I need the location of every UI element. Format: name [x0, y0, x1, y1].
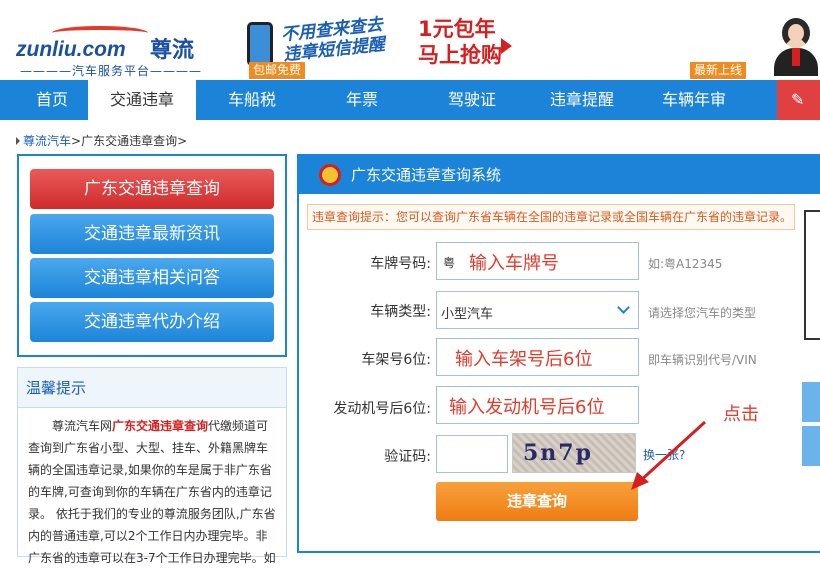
- breadcrumb-tail: >: [177, 134, 188, 148]
- main-nav: 首页 交通违章 车船税 年票 驾驶证 违章提醒 车辆年审 ✎ 免: [0, 80, 820, 149]
- plate-input-value: 输入车牌号: [469, 253, 559, 274]
- avatar-tie-icon: [792, 48, 800, 66]
- plate-input[interactable]: 粤 输入车牌号: [436, 242, 639, 280]
- play-arrow-icon: [501, 38, 512, 54]
- qr-code-fragment: [804, 210, 820, 340]
- breadcrumb-current[interactable]: 广东交通违章查询: [81, 134, 177, 148]
- breadcrumb: 尊流汽车>广东交通违章查询>: [16, 132, 187, 149]
- side-float-button[interactable]: [802, 382, 820, 422]
- tips-box: 温馨提示 尊流汽车网广东交通违章查询代缴频道可查询到广东省小型、大型、挂车、外籍…: [17, 367, 287, 565]
- tips-body-pre: 尊流汽车网: [52, 419, 113, 433]
- nav-driver-license[interactable]: 驾驶证: [430, 80, 514, 120]
- menu-agency-intro[interactable]: 交通违章代办介绍: [30, 302, 274, 342]
- query-submit-button[interactable]: 违章查询: [436, 482, 638, 521]
- plate-hint: 如:粤A12345: [648, 257, 723, 271]
- site-header: zunliu.com 尊流 ————汽车服务平台———— 不用查来查去 违章短信…: [0, 0, 820, 80]
- police-emblem-icon: [319, 164, 341, 186]
- nav-home[interactable]: 首页: [16, 80, 88, 120]
- vehicle-type-label: 车辆类型:: [370, 304, 431, 320]
- query-panel: 广东交通违章查询系统 违章查询提示：您可以查询广东省车辆在全国的违章记录或全国车…: [297, 154, 820, 553]
- ad-price[interactable]: 1元包年 马上抢购: [418, 16, 502, 68]
- vehicle-type-select[interactable]: 小型汽车: [436, 291, 639, 329]
- captcha-label: 验证码:: [384, 449, 431, 465]
- query-notice: 违章查询提示：您可以查询广东省车辆在全国的违章记录或全国车辆在广东省的违章记录。: [307, 204, 795, 230]
- menu-violation-qa[interactable]: 交通违章相关问答: [30, 258, 274, 298]
- frame-hint: 即车辆识别代号/VIN: [648, 353, 757, 367]
- site-logo[interactable]: zunliu.com 尊流 ————汽车服务平台————: [16, 26, 206, 78]
- breadcrumb-home[interactable]: 尊流汽车: [23, 134, 71, 148]
- menu-gd-violation-query[interactable]: 广东交通违章查询: [30, 169, 274, 209]
- free-shipping-tag: 包邮免费: [249, 62, 306, 79]
- phone-icon: [247, 22, 273, 66]
- engine-input-value: 输入发动机号后6位: [449, 397, 605, 418]
- annotation-arrow-icon: [631, 420, 707, 490]
- tips-body: 尊流汽车网广东交通违章查询代缴频道可查询到广东省小型、大型、挂车、外籍黑牌车辆的…: [18, 408, 286, 569]
- logo-english: zunliu.com: [16, 38, 126, 61]
- ad-price-line-2: 马上抢购: [418, 43, 502, 67]
- plate-label: 车牌号码:: [370, 256, 431, 272]
- nav-vehicle-tax[interactable]: 车船税: [210, 80, 294, 120]
- tips-body-post: 代缴频道可查询到广东省小型、大型、挂车、外籍黑牌车辆的全国违章记录,如果你的车是…: [28, 419, 276, 565]
- engine-label: 发动机号后6位:: [333, 401, 431, 417]
- nav-annual-ticket[interactable]: 年票: [322, 80, 402, 120]
- click-annotation: 点击: [723, 404, 759, 425]
- new-launch-tag: 最新上线: [690, 62, 747, 79]
- vehicle-type-value: 小型汽车: [441, 307, 494, 322]
- nav-traffic-violation[interactable]: 交通违章: [88, 80, 196, 120]
- frame-number-input[interactable]: 输入车架号后6位: [436, 338, 639, 376]
- panel-title: 广东交通违章查询系统: [351, 166, 502, 184]
- captcha-image[interactable]: 5n7p: [512, 433, 636, 473]
- avatar-head-icon: [782, 18, 810, 48]
- ad-banner-text[interactable]: 不用查来查去 违章短信提醒: [280, 15, 386, 65]
- tips-body-highlight[interactable]: 广东交通违章查询: [112, 419, 208, 433]
- plate-prefix-select[interactable]: 粤: [443, 254, 455, 271]
- side-float-button-2[interactable]: [802, 426, 820, 466]
- side-menu: 广东交通违章查询 交通违章最新资讯 交通违章相关问答 交通违章代办介绍: [17, 154, 287, 357]
- frame-label: 车架号6位:: [361, 352, 431, 368]
- customer-service-avatar[interactable]: [772, 18, 820, 76]
- ad-price-line-1: 1元包年: [418, 17, 496, 41]
- captcha-input[interactable]: [436, 435, 508, 473]
- tips-title: 温馨提示: [18, 368, 286, 408]
- engine-number-input[interactable]: 输入发动机号后6位: [436, 386, 639, 424]
- logo-chinese: 尊流: [150, 38, 195, 63]
- nav-violation-reminder[interactable]: 违章提醒: [536, 80, 628, 120]
- nav-annual-inspection[interactable]: 车辆年审: [648, 80, 740, 120]
- chevron-down-icon: [617, 301, 630, 314]
- breadcrumb-sep: >: [71, 134, 82, 148]
- panel-header: 广东交通违章查询系统: [299, 156, 820, 194]
- vehicle-type-hint: 请选择您汽车的类型: [648, 306, 757, 320]
- breadcrumb-arrow-icon: [16, 137, 20, 145]
- nav-red-shortcut[interactable]: ✎ 免: [777, 80, 820, 149]
- frame-input-value: 输入车架号后6位: [455, 349, 593, 370]
- menu-violation-news[interactable]: 交通违章最新资讯: [30, 214, 274, 254]
- logo-subtitle: ————汽车服务平台————: [20, 64, 203, 78]
